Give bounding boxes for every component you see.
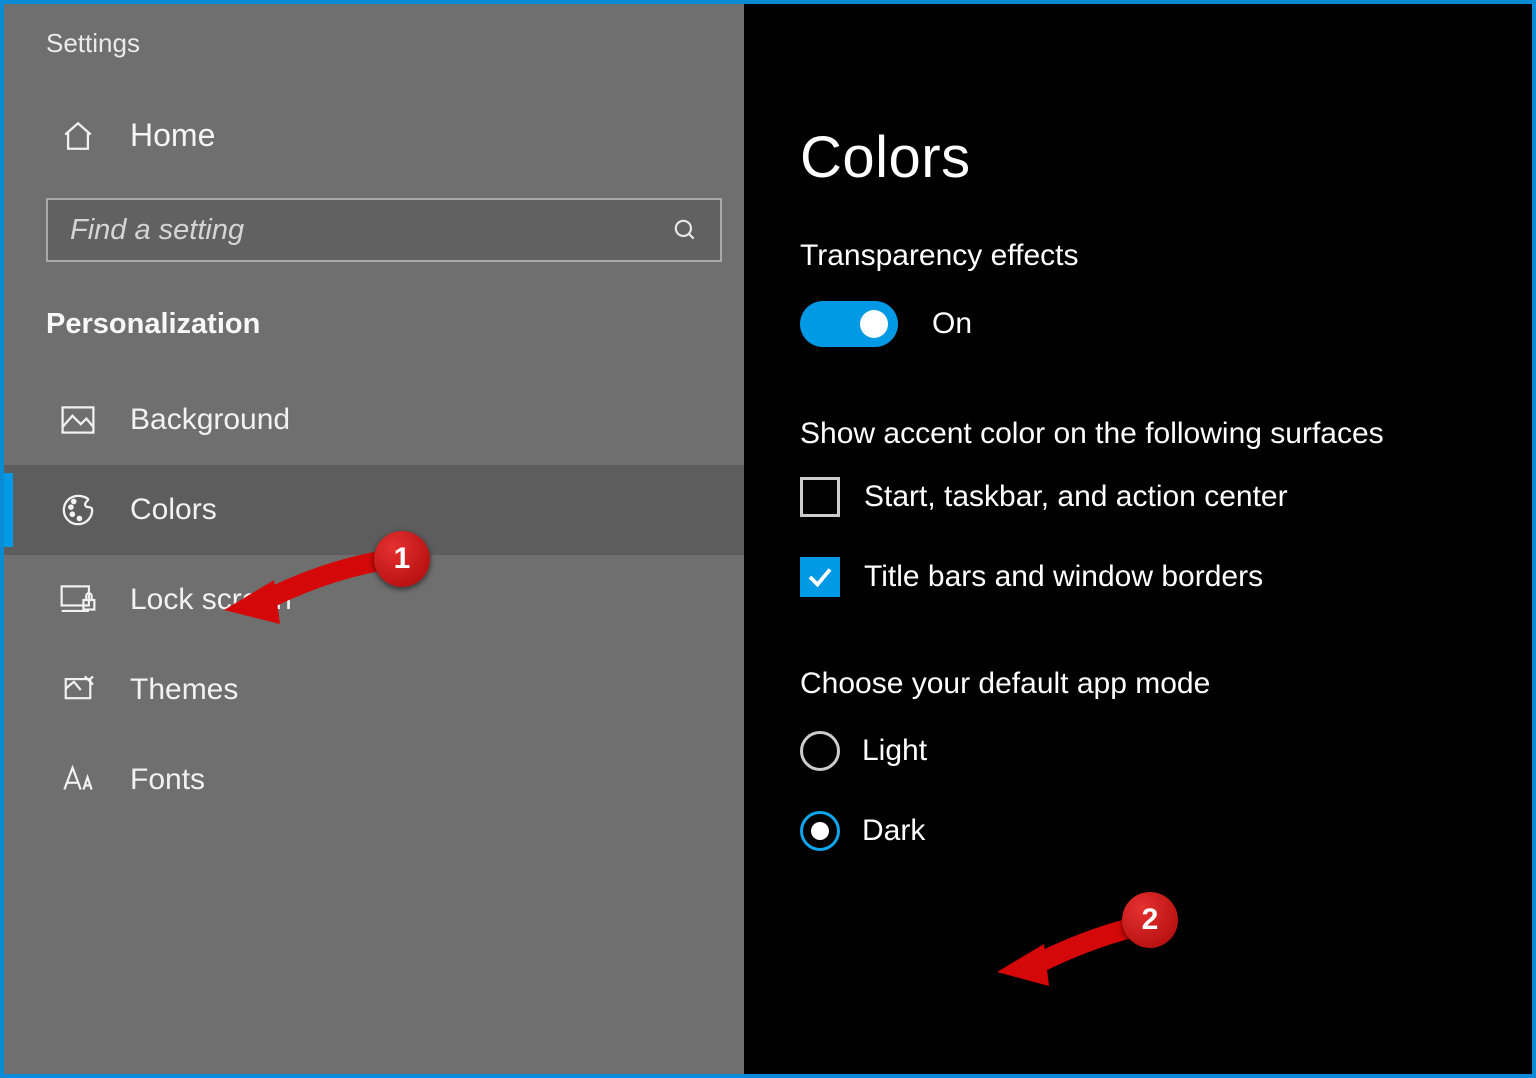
accent-surfaces-heading: Show accent color on the following surfa… (800, 417, 1482, 451)
themes-icon (56, 675, 100, 705)
radio-label: Light (862, 734, 927, 768)
sidebar-item-colors[interactable]: Colors (4, 465, 744, 555)
palette-icon (56, 493, 100, 527)
radio-unselected-icon (800, 731, 840, 771)
home-icon (56, 119, 100, 153)
search-icon (672, 217, 698, 243)
section-header-personalization: Personalization (4, 262, 744, 375)
search-box[interactable] (46, 198, 722, 262)
sidebar-item-label: Themes (130, 673, 238, 707)
home-nav[interactable]: Home (4, 59, 744, 184)
app-mode-heading: Choose your default app mode (800, 667, 1482, 701)
page-title: Colors (800, 4, 1482, 191)
checkbox-title-bars[interactable]: Title bars and window borders (800, 557, 1482, 597)
picture-icon (56, 406, 100, 434)
toggle-knob (860, 310, 888, 338)
sidebar-item-background[interactable]: Background (4, 375, 744, 465)
annotation-badge-1: 1 (374, 531, 430, 587)
sidebar: Settings Home Personalization (4, 4, 744, 1074)
radio-selected-icon (800, 811, 840, 851)
transparency-heading: Transparency effects (800, 239, 1482, 273)
transparency-state-label: On (932, 307, 972, 341)
fonts-icon (56, 765, 100, 795)
checkbox-checked-icon (800, 557, 840, 597)
lock-screen-icon (56, 585, 100, 615)
checkbox-label: Start, taskbar, and action center (864, 480, 1288, 514)
sidebar-item-themes[interactable]: Themes (4, 645, 744, 735)
app-title: Settings (4, 4, 744, 59)
checkbox-label: Title bars and window borders (864, 560, 1263, 594)
radio-label: Dark (862, 814, 925, 848)
radio-light[interactable]: Light (800, 731, 1482, 771)
radio-dark[interactable]: Dark (800, 811, 1482, 851)
sidebar-item-fonts[interactable]: Fonts (4, 735, 744, 825)
annotation-badge-2: 2 (1122, 892, 1178, 948)
checkbox-unchecked-icon (800, 477, 840, 517)
search-input[interactable] (70, 214, 672, 247)
checkbox-start-taskbar[interactable]: Start, taskbar, and action center (800, 477, 1482, 517)
transparency-toggle[interactable] (800, 301, 898, 347)
transparency-toggle-row: On (800, 301, 1482, 347)
home-label: Home (130, 117, 215, 154)
sidebar-item-label: Background (130, 403, 290, 437)
sidebar-item-label: Fonts (130, 763, 205, 797)
sidebar-item-label: Colors (130, 493, 217, 527)
settings-window: Settings Home Personalization (0, 0, 1536, 1078)
